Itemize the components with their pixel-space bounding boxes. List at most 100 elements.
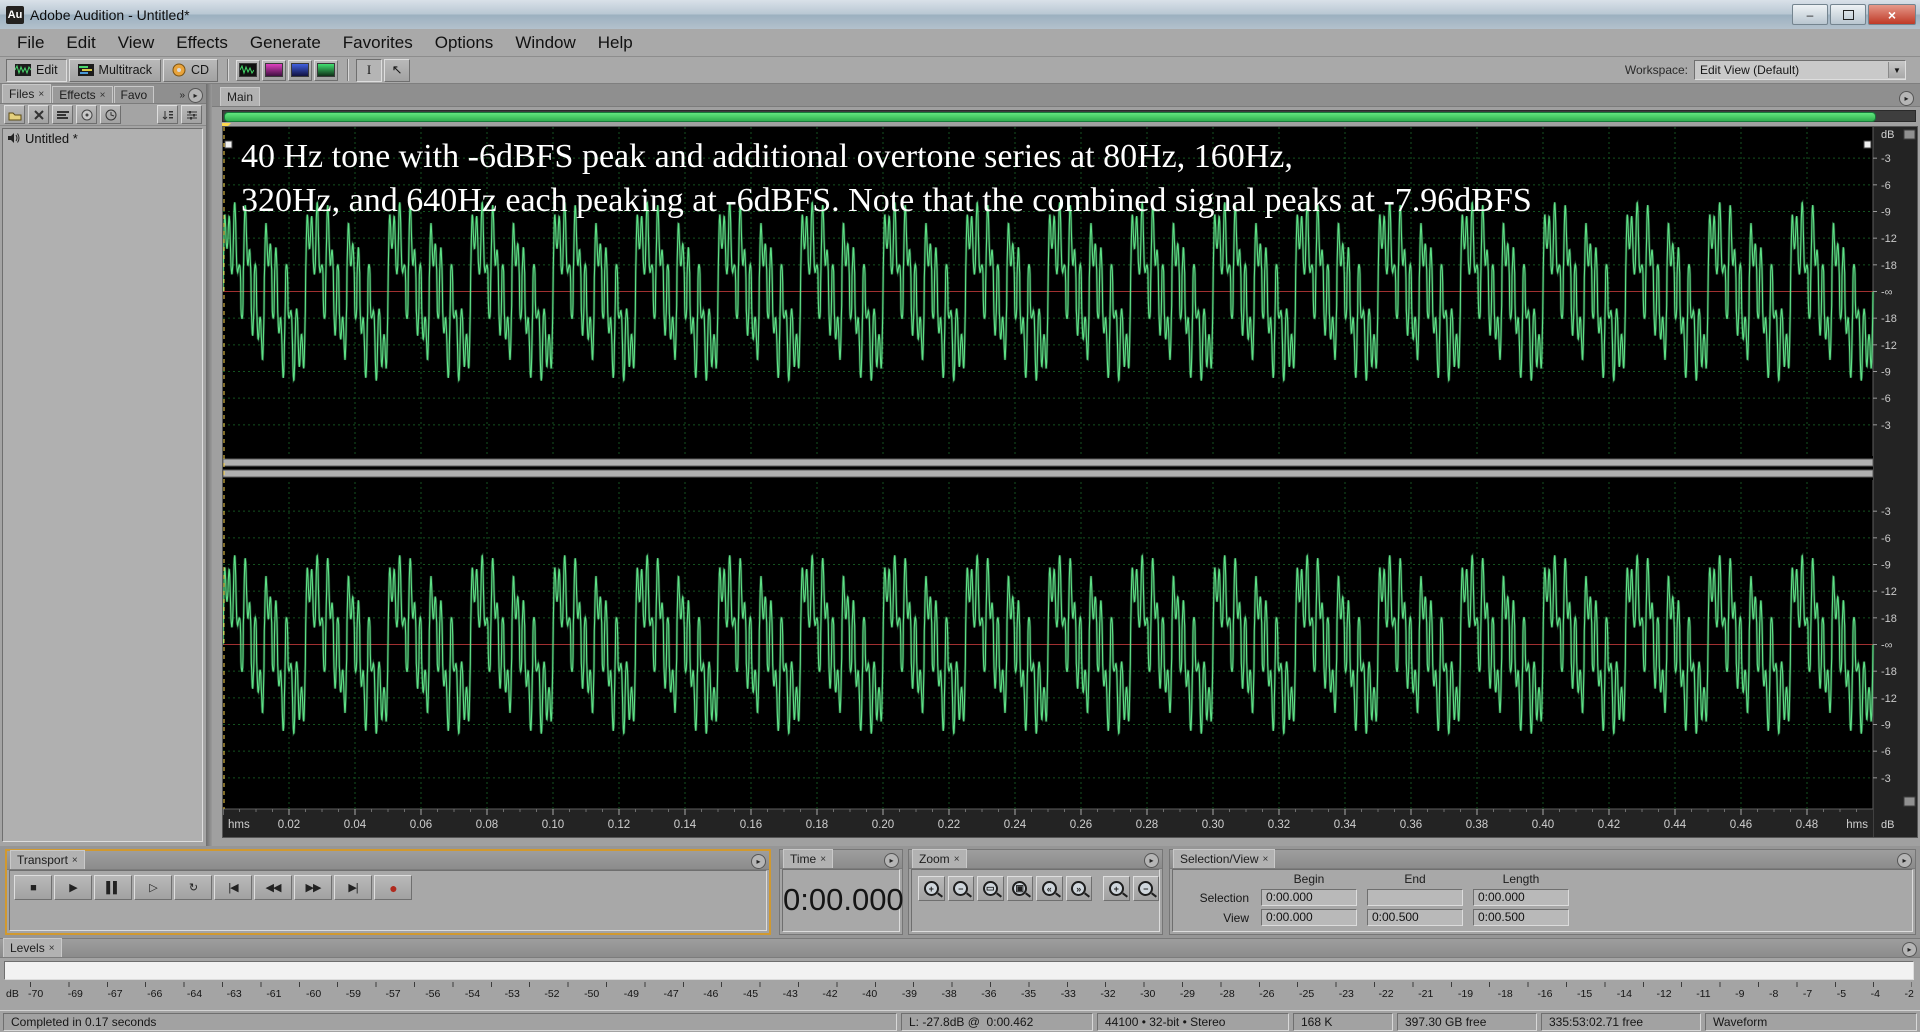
tab-selection-view[interactable]: Selection/View ×	[1173, 849, 1276, 868]
level-meter[interactable]	[4, 961, 1914, 980]
selection-handle-right[interactable]	[1863, 140, 1872, 149]
close-tab-icon[interactable]: ×	[820, 854, 826, 865]
zoom-in-vertical-button[interactable]: +	[1103, 876, 1130, 901]
menu-favorites[interactable]: Favorites	[332, 31, 424, 55]
view-length-field[interactable]: 0:00.500	[1473, 909, 1569, 926]
tab-effects[interactable]: Effects ×	[52, 86, 113, 103]
close-button[interactable]: ×	[1868, 4, 1916, 25]
zoom-in-left-edge-button[interactable]: «	[1036, 876, 1063, 901]
insert-into-cd-button[interactable]	[76, 105, 97, 124]
view-begin-field[interactable]: 0:00.000	[1261, 909, 1357, 926]
close-tab-icon[interactable]: ×	[100, 90, 106, 101]
vertical-zoom-button[interactable]	[1903, 796, 1916, 807]
zoom-to-selection-button[interactable]: ▣	[1006, 876, 1033, 901]
selection-handle-left[interactable]	[224, 140, 233, 149]
db-ruler-label: -18	[1881, 666, 1897, 678]
record-button[interactable]: ●	[374, 875, 412, 900]
zoom-out-vertical-button[interactable]: −	[1132, 876, 1159, 901]
go-to-end-button[interactable]: ▶|	[334, 875, 372, 900]
close-tab-icon[interactable]: ×	[954, 854, 960, 865]
menu-edit[interactable]: Edit	[55, 31, 106, 55]
tab-levels[interactable]: Levels ×	[3, 938, 62, 957]
tab-time[interactable]: Time ×	[783, 849, 834, 868]
selection-length-field[interactable]: 0:00.000	[1473, 889, 1569, 906]
cd-view-button[interactable]: CD	[163, 58, 219, 82]
edit-view-button[interactable]: Edit	[6, 58, 67, 82]
stop-button[interactable]: ■	[14, 875, 52, 900]
channel-divider-bar[interactable]	[222, 458, 1874, 467]
go-to-beginning-button[interactable]: |◀	[214, 875, 252, 900]
tab-main[interactable]: Main	[220, 87, 261, 106]
tab-zoom[interactable]: Zoom ×	[912, 849, 967, 868]
tab-overflow-icon[interactable]: »	[179, 90, 185, 101]
maximize-button[interactable]	[1830, 4, 1866, 25]
menu-view[interactable]: View	[107, 31, 166, 55]
menu-file[interactable]: File	[6, 31, 55, 55]
zoom-in-right-edge-button[interactable]: »	[1065, 876, 1092, 901]
close-file-button[interactable]	[28, 105, 49, 124]
panel-menu-button[interactable]: ▸	[884, 853, 899, 868]
tab-transport[interactable]: Transport ×	[10, 850, 85, 869]
horizontal-range-bar[interactable]	[222, 110, 1916, 122]
level-scale-label: -32	[1100, 988, 1116, 1000]
menu-generate[interactable]: Generate	[239, 31, 332, 55]
title-bar[interactable]: Au Adobe Audition - Untitled* – ×	[0, 0, 1920, 30]
tab-favorites[interactable]: Favo	[113, 86, 155, 103]
scrub-tool-button[interactable]: ↖	[384, 58, 411, 82]
file-list-item[interactable]: Untitled *	[3, 129, 202, 147]
time-ruler-label: 0.14	[674, 819, 697, 831]
chevron-down-icon[interactable]: ▼	[1888, 62, 1905, 78]
close-tab-icon[interactable]: ×	[1263, 854, 1269, 865]
sort-files-button[interactable]	[157, 105, 178, 124]
play-from-cursor-button[interactable]: ▷	[134, 875, 172, 900]
spectral-frequency-display-button[interactable]	[262, 59, 287, 81]
panel-menu-button[interactable]: ▸	[188, 88, 203, 103]
menu-options[interactable]: Options	[424, 31, 505, 55]
fast-forward-button[interactable]: ▶▶	[294, 875, 332, 900]
view-end-field[interactable]: 0:00.500	[1367, 909, 1463, 926]
zoom-out-horizontal-button[interactable]: −	[947, 876, 974, 901]
file-properties-button[interactable]	[100, 105, 121, 124]
menu-help[interactable]: Help	[587, 31, 644, 55]
zoom-full-button[interactable]: ▭	[977, 876, 1004, 901]
workspace-dropdown[interactable]: Edit View (Default) ▼	[1694, 60, 1906, 80]
panel-menu-button[interactable]: ▸	[751, 854, 766, 869]
time-ruler-label: 0.06	[410, 819, 432, 831]
channel-divider-bar[interactable]	[222, 469, 1874, 478]
pause-button[interactable]: ▌▌	[94, 875, 132, 900]
minimize-button[interactable]: –	[1792, 4, 1828, 25]
level-scale-label: -49	[623, 988, 639, 1000]
range-bar-thumb[interactable]	[224, 112, 1876, 122]
panel-menu-button[interactable]: ▸	[1897, 853, 1912, 868]
level-scale-label: -54	[464, 988, 481, 1000]
selection-end-field[interactable]	[1367, 889, 1463, 906]
play-looped-button[interactable]: ↻	[174, 875, 212, 900]
insert-into-multitrack-button[interactable]	[52, 105, 73, 124]
waveform-display[interactable]: dB -3 -6 -9 -12 -18 -∞ -18 -12 -9 -6 -3 -3 -6 -9 -12 -18…	[221, 127, 1917, 837]
vertical-zoom-button[interactable]	[1903, 129, 1916, 140]
panel-menu-button[interactable]: ▸	[1144, 853, 1159, 868]
import-file-button[interactable]	[4, 105, 25, 124]
close-tab-icon[interactable]: ×	[38, 89, 44, 100]
play-button[interactable]: ▶	[54, 875, 92, 900]
panel-menu-button[interactable]: ▸	[1899, 91, 1914, 106]
level-scale-label: -70	[28, 988, 44, 1000]
file-list[interactable]: Untitled *	[2, 128, 203, 842]
close-tab-icon[interactable]: ×	[49, 943, 55, 954]
time-ruler[interactable]	[223, 809, 1873, 837]
selection-begin-field[interactable]: 0:00.000	[1261, 889, 1357, 906]
waveform-display-button[interactable]	[236, 59, 261, 81]
close-tab-icon[interactable]: ×	[72, 855, 78, 866]
menu-effects[interactable]: Effects	[165, 31, 239, 55]
spectral-pan-display-button[interactable]	[288, 59, 313, 81]
tab-files[interactable]: Files ×	[2, 84, 52, 103]
menu-window[interactable]: Window	[504, 31, 586, 55]
rewind-button[interactable]: ◀◀	[254, 875, 292, 900]
advanced-options-button[interactable]	[181, 105, 202, 124]
time-selection-tool-button[interactable]: I	[356, 58, 383, 82]
panel-menu-button[interactable]: ▸	[1902, 942, 1917, 957]
spectral-phase-display-button[interactable]	[314, 59, 339, 81]
multitrack-view-button[interactable]: Multitrack	[68, 58, 162, 82]
zoom-in-horizontal-button[interactable]: +	[918, 876, 945, 901]
level-scale-label: -39	[901, 988, 917, 1000]
